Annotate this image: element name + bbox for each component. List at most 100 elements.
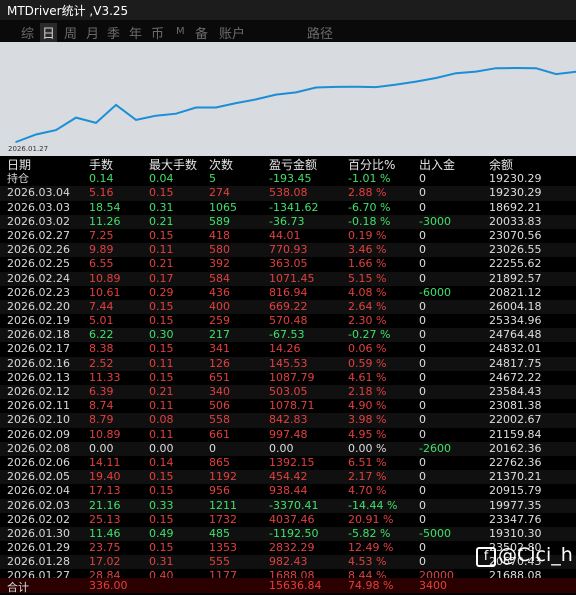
row-count: 436 xyxy=(209,285,230,299)
row-date: 2026.03.04 xyxy=(7,186,70,200)
row-balance: 24832.01 xyxy=(489,342,542,356)
row-max-lots: 0.15 xyxy=(149,228,174,242)
row-lots: 14.11 xyxy=(89,455,121,469)
table-row[interactable]: 2026.02.02 25.13 0.15 1732 4037.46 20.91 % 0 23… xyxy=(0,513,576,527)
row-pnl: 454.42 xyxy=(269,470,308,484)
table-row[interactable]: 2026.02.25 6.55 0.21 392 363.05 1.66 % 0 22255.… xyxy=(0,257,576,271)
tab-notes[interactable]: 备 xyxy=(195,23,208,42)
row-flow: -5000 xyxy=(419,526,451,540)
table-row[interactable]: 2026.02.09 10.89 0.11 661 997.48 4.95 % 0 21159… xyxy=(0,428,576,442)
table-row[interactable]: 2026.02.12 6.39 0.21 340 503.05 2.18 % 0 23584.… xyxy=(0,385,576,400)
holding-percent: -1.01 % xyxy=(348,172,391,186)
balance-point xyxy=(15,141,17,143)
table-row[interactable]: 2026.02.24 10.89 0.17 584 1071.45 5.15 % 0 2189… xyxy=(0,271,576,286)
table-row[interactable]: 2026.03.04 5.16 0.15 274 538.08 2.88 % 0 19230.… xyxy=(0,186,576,201)
row-lots: 8.79 xyxy=(89,413,114,427)
row-pnl: 770.93 xyxy=(269,243,308,257)
row-lots: 18.54 xyxy=(89,200,121,214)
balance-point xyxy=(295,91,297,94)
row-pnl: 4037.46 xyxy=(269,512,315,526)
summary-flow: 3400 xyxy=(419,579,447,592)
table-row[interactable]: 2026.02.19 5.01 0.15 259 570.48 2.30 % 0 25334.… xyxy=(0,314,576,328)
tab-year[interactable]: 年 xyxy=(129,23,142,42)
row-percent: 1.66 % xyxy=(348,257,387,271)
table-row[interactable]: 2026.02.03 21.16 0.33 1211 -3370.41 -14.44 % 0… xyxy=(0,498,576,513)
row-count: 259 xyxy=(209,314,230,328)
tab-quarter[interactable]: 季 xyxy=(107,23,120,42)
row-pnl: -36.73 xyxy=(269,214,305,228)
row-pnl: 1078.71 xyxy=(269,399,315,413)
row-percent: 12.49 % xyxy=(348,541,394,555)
balance-point xyxy=(115,104,117,106)
stats-table: 日期 手数 最大手数 次数 盈亏金额 百分比% 出入金 余额 持仓 0.14 0… xyxy=(0,158,576,584)
row-date: 2026.02.12 xyxy=(7,385,70,398)
tab-path[interactable]: 路径 xyxy=(307,23,333,42)
row-lots: 11.46 xyxy=(89,526,121,540)
row-max-lots: 0.15 xyxy=(149,314,174,328)
table-row[interactable]: 2026.03.02 11.26 0.21 589 -36.73 -0.18 % -3000… xyxy=(0,214,576,229)
tab-summary[interactable]: 综 xyxy=(21,23,34,42)
table-row[interactable]: 2026.02.05 19.40 0.15 1192 454.42 2.17 % 0 2137… xyxy=(0,470,576,485)
row-pnl: 669.22 xyxy=(269,299,308,313)
table-row[interactable]: 2026.02.17 8.38 0.15 341 14.26 0.06 % 0 24832.0… xyxy=(0,342,576,356)
table-row[interactable]: 2026.03.03 18.54 0.31 1065 -1341.62 -6.70 % 0 1… xyxy=(0,201,576,215)
tab-month[interactable]: 月 xyxy=(86,23,99,42)
tab-m[interactable]: M xyxy=(176,26,185,37)
table-row[interactable]: 2026.02.26 9.89 0.11 580 770.93 3.46 % 0 23026.… xyxy=(0,243,576,258)
row-balance: 25334.96 xyxy=(489,314,542,328)
row-lots: 9.89 xyxy=(89,243,114,257)
row-date: 2026.02.04 xyxy=(7,484,70,498)
table-row[interactable]: 2026.02.11 8.74 0.11 506 1078.71 4.90 % 0 23081… xyxy=(0,399,576,413)
row-balance: 24672.22 xyxy=(489,370,542,384)
row-date: 2026.02.13 xyxy=(7,370,70,384)
table-row[interactable]: 2026.02.10 8.79 0.08 558 842.83 3.98 % 0 22002.… xyxy=(0,413,576,428)
row-flow: 0 xyxy=(419,555,426,569)
row-percent: 0.00 % xyxy=(348,441,387,455)
row-percent: 5.15 % xyxy=(348,271,387,285)
holding-pnl: -193.45 xyxy=(269,172,312,186)
tab-day[interactable]: 日 xyxy=(40,23,58,42)
balance-point xyxy=(255,98,257,101)
watermark-text: @Cici_h xyxy=(498,544,573,566)
balance-chart-svg xyxy=(15,66,576,143)
row-count: 217 xyxy=(209,328,230,342)
tab-account[interactable]: 账户 xyxy=(219,23,245,42)
row-flow: 0 xyxy=(419,186,426,200)
summary-percent: 74.98 % xyxy=(348,579,394,592)
row-flow: -2600 xyxy=(419,441,451,455)
watermark: f @Cici_h xyxy=(476,544,573,567)
row-pnl: 1392.15 xyxy=(269,455,315,469)
table-row[interactable]: 2026.02.18 6.22 0.30 217 -67.53 -0.27 % 0 24764… xyxy=(0,328,576,343)
row-lots: 17.13 xyxy=(89,484,121,498)
table-row[interactable]: 2026.02.04 17.13 0.15 956 938.44 4.70 % 0 20915… xyxy=(0,484,576,498)
table-row[interactable]: 2026.02.08 0.00 0.00 0 0.00 0.00 % -2600 20162.… xyxy=(0,441,576,456)
row-pnl: -67.53 xyxy=(269,328,305,342)
table-row[interactable]: 2026.02.23 10.61 0.29 436 816.94 4.08 % -6000 2… xyxy=(0,286,576,300)
header-pnl: 盈亏金额 xyxy=(269,158,318,172)
summary-lots: 336.00 xyxy=(89,579,128,592)
table-row[interactable]: 2026.02.20 7.44 0.15 400 669.22 2.64 % 0 26004.… xyxy=(0,299,576,315)
row-pnl: 2832.29 xyxy=(269,541,315,555)
tab-currency[interactable]: 币 xyxy=(151,23,164,42)
row-max-lots: 0.21 xyxy=(149,385,174,398)
header-flow: 出入金 xyxy=(419,158,456,172)
header-date: 日期 xyxy=(7,158,32,172)
tab-week[interactable]: 周 xyxy=(64,23,77,42)
table-row[interactable]: 2026.01.30 11.46 0.49 485 -1192.50 -5.82 % -50… xyxy=(0,526,576,542)
table-row[interactable]: 2026.02.13 11.33 0.15 651 1087.79 4.61 % 0 2467… xyxy=(0,371,576,385)
row-flow: 0 xyxy=(419,385,426,398)
holding-row[interactable]: 持仓 0.14 0.04 5 -193.45 -1.01 % 0 19230.2… xyxy=(0,172,576,186)
table-row[interactable]: 2026.02.06 14.11 0.14 865 1392.15 6.51 % 0 2276… xyxy=(0,456,576,470)
balance-point xyxy=(375,86,377,88)
balance-point xyxy=(35,133,37,136)
row-date: 2026.02.20 xyxy=(7,299,70,313)
row-flow: 0 xyxy=(419,342,426,356)
balance-point xyxy=(455,72,457,75)
table-row[interactable]: 2026.02.27 7.25 0.15 418 44.01 0.19 % 0 23070.5… xyxy=(0,229,576,243)
facebook-icon: f xyxy=(476,547,496,567)
table-row[interactable]: 2026.02.16 2.52 0.11 126 145.53 0.59 % 0 24817.… xyxy=(0,356,576,371)
row-date: 2026.01.29 xyxy=(7,541,70,555)
row-lots: 8.74 xyxy=(89,399,114,413)
balance-point xyxy=(275,93,277,96)
row-percent: 3.46 % xyxy=(348,243,387,257)
